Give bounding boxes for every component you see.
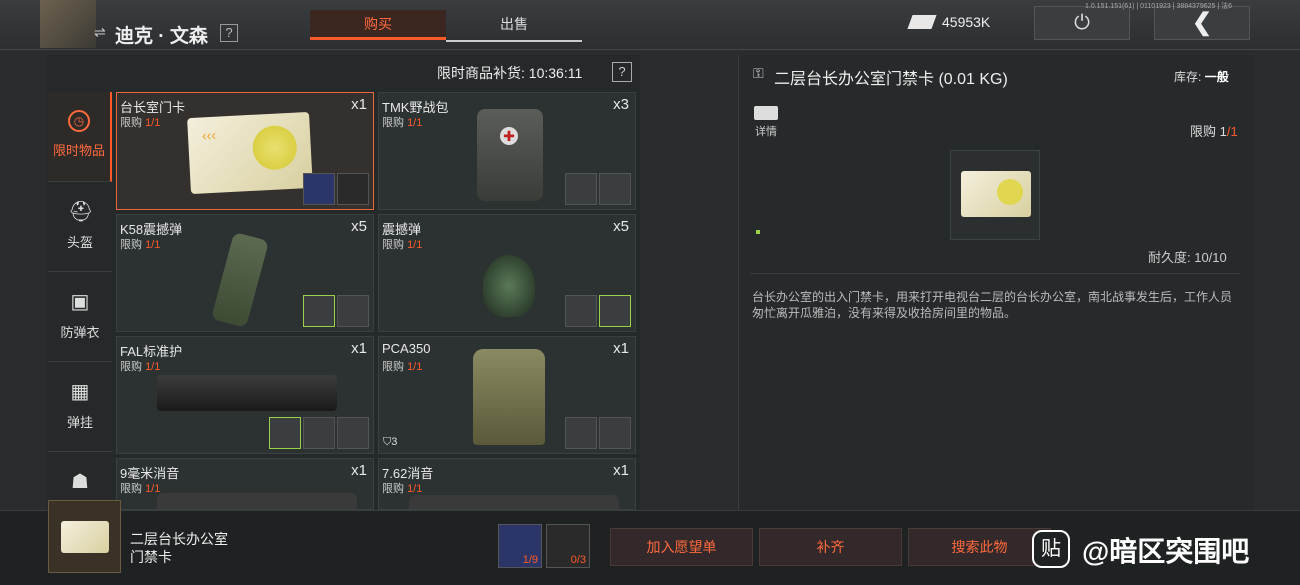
mini-icon-box — [337, 173, 369, 205]
watermark: @暗区突围吧 — [1082, 536, 1250, 567]
requirement-slot-1[interactable]: 1/9 — [498, 524, 542, 568]
armor-level: ⛉3 — [383, 436, 398, 448]
mask-icon: ☗ — [71, 471, 89, 493]
category-helmet[interactable]: ⛑ 头盔 — [48, 182, 112, 272]
handguard-image — [157, 375, 337, 411]
mini-icon-tool — [599, 295, 631, 327]
item-description: 台长办公室的出入门禁卡，用来打开电视台二层的台长办公室，南北战事发生后，工作人员… — [752, 290, 1233, 320]
medic-cross-icon: ✚ — [500, 127, 518, 145]
restock-help-button[interactable]: ? — [612, 62, 632, 82]
item-card-762-suppressor[interactable]: 7.62消音 限购 1/1 x1 — [378, 458, 636, 510]
mini-icon-screwdriver — [269, 417, 301, 449]
durability: 耐久度: 10/10 — [1148, 250, 1227, 265]
mini-icon-bottle — [565, 295, 597, 327]
rig-icon: ▦ — [70, 381, 90, 403]
item-card-9mm-suppressor[interactable]: 9毫米消音 限购 1/1 x1 — [116, 458, 374, 510]
mini-icon-tray — [565, 173, 597, 205]
detail-label[interactable]: 详情 — [755, 123, 777, 139]
vendor-name: 迪克 · 文森 — [115, 26, 208, 47]
detail-icon[interactable] — [754, 106, 778, 120]
chevron-icons: ‹‹‹ — [201, 126, 217, 144]
category-limited[interactable]: ◷ 限时物品 — [48, 92, 112, 182]
money-icon — [907, 15, 937, 29]
vest-icon: ▣ — [70, 291, 90, 313]
vest-image — [473, 349, 545, 445]
selected-item-name: 二层台长办公室门禁卡 — [130, 531, 228, 565]
helmet-icon: ⛑ — [68, 201, 94, 223]
suppressor-image — [157, 493, 357, 509]
add-wishlist-button[interactable]: 加入愿望单 — [610, 528, 753, 566]
backpack-image: ✚ — [477, 109, 543, 201]
restock-button[interactable]: 补齐 — [759, 528, 902, 566]
vendor-avatar — [40, 0, 96, 48]
tab-sell-underline — [446, 40, 582, 42]
mini-icon-parts — [337, 295, 369, 327]
power-button[interactable]: ⏻ — [1034, 6, 1130, 40]
suppressor-image — [409, 495, 619, 509]
grenade-image — [210, 231, 270, 329]
chevron-left-icon: ❮ — [1191, 9, 1213, 36]
flashbang-image — [483, 255, 535, 317]
mini-icon-tape — [599, 417, 631, 449]
mini-icon-cable — [599, 173, 631, 205]
category-rig[interactable]: ▦ 弹挂 — [48, 362, 112, 452]
back-button[interactable]: ❮ — [1154, 6, 1250, 40]
status-dot — [756, 230, 760, 234]
mini-icon-pliers — [337, 417, 369, 449]
mini-icon-board — [303, 295, 335, 327]
detail-title: 二层台长办公室门禁卡 (0.01 KG) — [774, 71, 1008, 88]
category-vest[interactable]: ▣ 防弹衣 — [48, 272, 112, 362]
mini-icon-hammer — [565, 417, 597, 449]
restock-timer: 限时商品补货: 10:36:11 — [437, 65, 583, 81]
tieba-icon: 贴 — [1032, 530, 1070, 568]
version-info: 1.0.151.151(61) | 01101923 | 3884379625 … — [1085, 3, 1232, 10]
item-card-flashbang[interactable]: 震撼弹 限购 1/1 x5 — [378, 214, 636, 332]
selected-item-thumb — [48, 500, 121, 573]
detail-limit: 限购 1/1 — [1190, 124, 1238, 139]
vendor-help-button[interactable]: ? — [220, 24, 238, 42]
divider — [750, 273, 1240, 274]
swap-icon[interactable]: ⇌ — [94, 24, 106, 41]
seal-graphic — [997, 179, 1023, 205]
money-balance: 45953K — [942, 14, 991, 30]
item-card-fal-handguard[interactable]: FAL标准护 限购 1/1 x1 — [116, 336, 374, 454]
power-icon: ⏻ — [1074, 12, 1090, 34]
tab-sell[interactable]: 出售 — [446, 10, 582, 40]
tab-buy[interactable]: 购买 — [310, 10, 446, 40]
shield-icon: ⛉ — [383, 436, 392, 448]
detail-item-image — [950, 150, 1040, 240]
keycard-image: ‹‹‹ — [187, 111, 313, 195]
item-card-backpack[interactable]: TMK野战包 限购 1/1 x3 ✚ — [378, 92, 636, 210]
requirement-slot-2[interactable]: 0/3 — [546, 524, 590, 568]
stock-status: 库存: 一般 — [1174, 70, 1229, 84]
search-item-button[interactable]: 搜索此物 — [908, 528, 1051, 566]
item-card-k58-grenade[interactable]: K58震撼弹 限购 1/1 x5 — [116, 214, 374, 332]
item-card-pca350[interactable]: PCA350 限购 1/1 x1 ⛉3 — [378, 336, 636, 454]
keycard-image — [961, 171, 1031, 217]
keycard-image — [61, 521, 109, 553]
mini-icon-hammer — [303, 417, 335, 449]
detail-panel — [738, 55, 1253, 510]
seal-graphic — [251, 124, 298, 171]
clock-icon: ◷ — [68, 110, 90, 132]
item-card-door-card[interactable]: 台长室门卡 限购 1/1 x1 ‹‹‹ — [116, 92, 374, 210]
mini-icon-pcb — [303, 173, 335, 205]
key-icon: ⚿ — [753, 65, 764, 81]
